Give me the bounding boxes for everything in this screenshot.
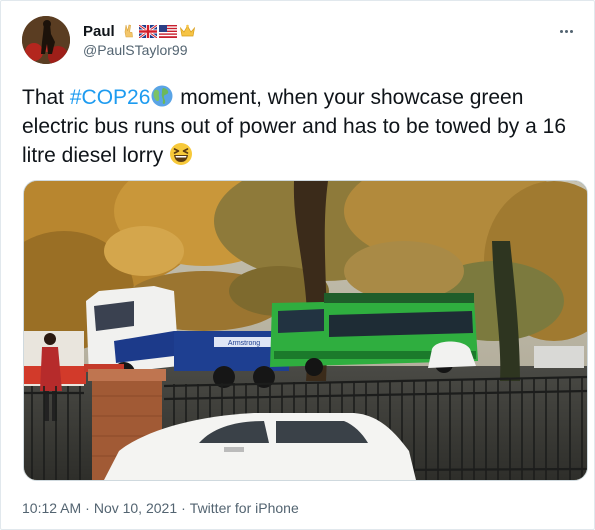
victory-hand-emoji xyxy=(124,24,133,38)
name-emoji-group xyxy=(121,23,196,39)
lorry-signage: Armstrong xyxy=(228,340,260,347)
hashtag-link[interactable]: #COP26 xyxy=(70,86,151,109)
us-flag-emoji xyxy=(158,24,177,38)
photo-scene: Armstrong xyxy=(24,181,587,480)
tweet-date[interactable]: Nov 10, 2021 xyxy=(94,500,177,516)
avatar-image xyxy=(22,16,70,64)
meta-separator: · xyxy=(181,500,186,516)
tweet-card: Paul @PaulSTaylor99 That #COP26 moment, … xyxy=(0,0,595,530)
tweet-photo[interactable]: Armstrong xyxy=(23,180,588,481)
tweet-text-prefix: That xyxy=(22,86,70,109)
uk-flag-emoji xyxy=(138,24,157,38)
grinning-squinting-face-emoji xyxy=(170,143,193,165)
tweet-source[interactable]: Twitter for iPhone xyxy=(190,500,299,516)
tweet-time[interactable]: 10:12 AM xyxy=(22,500,81,516)
author-handle[interactable]: @PaulSTaylor99 xyxy=(83,42,188,58)
crown-emoji xyxy=(179,24,195,37)
meta-separator: · xyxy=(85,500,90,516)
tweet-text: That #COP26 moment, when your showcase g… xyxy=(22,83,587,170)
author-display-name[interactable]: Paul xyxy=(83,23,115,40)
tweet-meta: 10:12 AM · Nov 10, 2021 · Twitter for iP… xyxy=(22,500,299,516)
avatar[interactable] xyxy=(22,16,70,64)
author-name-row: Paul xyxy=(83,20,196,42)
more-options-icon[interactable] xyxy=(554,21,578,41)
globe-emoji xyxy=(151,85,173,107)
